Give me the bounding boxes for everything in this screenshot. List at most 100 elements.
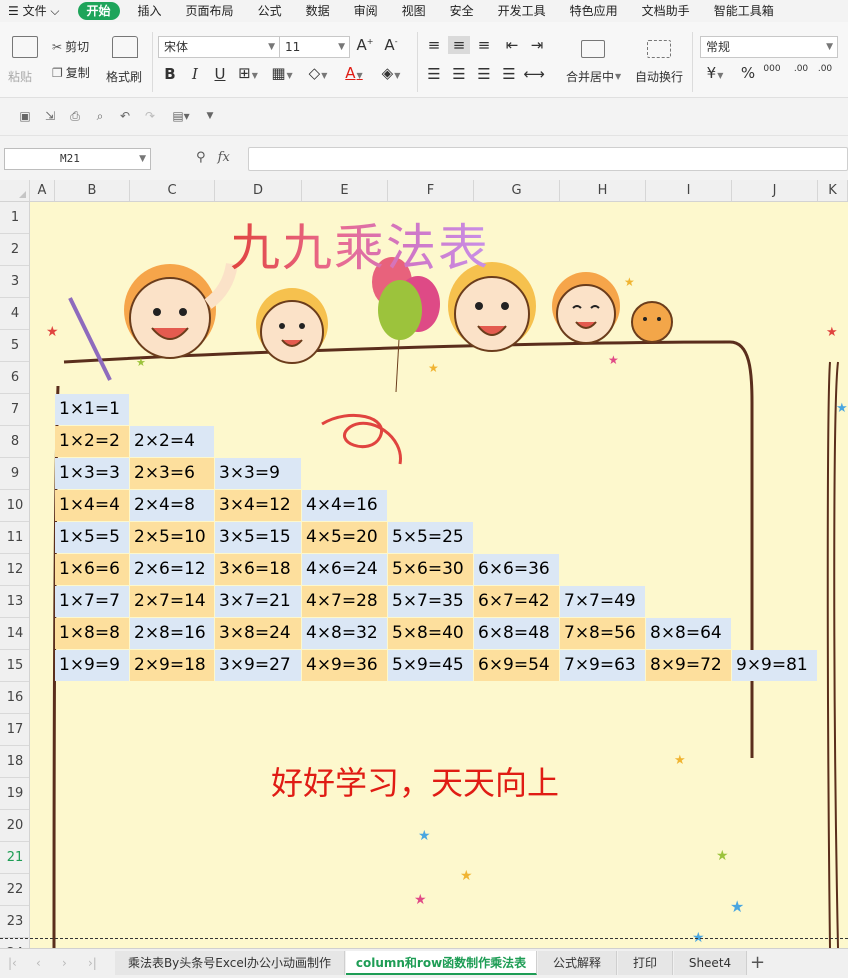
table-cell[interactable]: 2×3=6 [130, 458, 214, 489]
column-header-f[interactable]: F [388, 180, 474, 201]
increase-decimal-button[interactable]: .00 [790, 64, 812, 74]
row-header-17[interactable]: 17 [0, 714, 29, 746]
undo-icon[interactable]: ↶ [118, 109, 132, 123]
table-cell[interactable]: 5×5=25 [388, 522, 473, 553]
column-header-a[interactable]: A [30, 180, 55, 201]
table-cell[interactable]: 5×9=45 [388, 650, 473, 681]
increase-font-icon[interactable]: A+ [354, 36, 376, 54]
table-cell[interactable]: 3×7=21 [215, 586, 301, 617]
wrap-text-icon[interactable] [647, 40, 671, 58]
table-cell[interactable]: 4×4=16 [302, 490, 387, 521]
table-cell[interactable]: 3×8=24 [215, 618, 301, 649]
decrease-decimal-button[interactable]: .00 [814, 64, 836, 74]
row-header-5[interactable]: 5 [0, 330, 29, 362]
table-cell[interactable]: 4×7=28 [302, 586, 387, 617]
row-header-11[interactable]: 11 [0, 522, 29, 554]
table-cell[interactable]: 5×8=40 [388, 618, 473, 649]
justify-icon[interactable]: ☰ [498, 65, 520, 83]
indent-decrease-icon[interactable]: ⇤ [501, 36, 523, 54]
row-header-4[interactable]: 4 [0, 298, 29, 330]
sheet-tab[interactable]: 乘法表By头条号Excel办公小动画制作 [115, 951, 345, 975]
percent-button[interactable]: % [737, 64, 759, 82]
align-right-icon[interactable]: ☰ [473, 65, 495, 83]
table-cell[interactable]: 1×8=8 [55, 618, 129, 649]
save-icon[interactable]: ▣ [18, 109, 32, 123]
format-icon[interactable]: ▤▾ [168, 109, 194, 123]
next-sheet-icon[interactable]: › [62, 956, 67, 970]
print-icon[interactable]: ⎙ [68, 109, 82, 123]
merge-center-icon[interactable] [581, 40, 605, 58]
table-cell[interactable]: 7×8=56 [560, 618, 645, 649]
bold-button[interactable]: B [159, 65, 181, 83]
sheet-tab[interactable]: 公式解释 [538, 951, 617, 975]
align-middle-icon[interactable]: ≡ [448, 36, 470, 54]
font-name-select[interactable]: 宋体 ▼ [158, 36, 280, 58]
column-header-h[interactable]: H [560, 180, 646, 201]
table-cell[interactable]: 6×6=36 [474, 554, 559, 585]
menu-item[interactable]: 安全 [438, 0, 486, 22]
table-cell[interactable]: 5×6=30 [388, 554, 473, 585]
distribute-icon[interactable]: ⟷ [523, 65, 545, 83]
currency-icon[interactable]: ¥▼ [704, 64, 726, 82]
row-header-10[interactable]: 10 [0, 490, 29, 522]
customize-icon[interactable]: ▼ [203, 109, 217, 123]
column-header-c[interactable]: C [130, 180, 215, 201]
row-header-21[interactable]: 21 [0, 842, 29, 874]
row-header-19[interactable]: 19 [0, 778, 29, 810]
wrap-text-button[interactable]: 自动换行 [635, 68, 683, 85]
table-cell[interactable]: 1×7=7 [55, 586, 129, 617]
table-cell[interactable]: 1×6=6 [55, 554, 129, 585]
table-cell[interactable]: 1×9=9 [55, 650, 129, 681]
row-header-1[interactable]: 1 [0, 202, 29, 234]
select-all-corner[interactable] [0, 180, 30, 201]
sheet-tab[interactable]: column和row函数制作乘法表 [346, 951, 537, 975]
redo-icon[interactable]: ↷ [143, 109, 157, 123]
row-header-15[interactable]: 15 [0, 650, 29, 682]
menu-item[interactable]: 智能工具箱 [702, 0, 786, 22]
row-header-6[interactable]: 6 [0, 362, 29, 394]
table-cell[interactable]: 3×6=18 [215, 554, 301, 585]
table-cell[interactable]: 4×9=36 [302, 650, 387, 681]
table-cell[interactable]: 4×5=20 [302, 522, 387, 553]
row-header-8[interactable]: 8 [0, 426, 29, 458]
align-left-icon[interactable]: ☰ [423, 65, 445, 83]
border-icon[interactable]: ⊞▼ [237, 64, 259, 82]
table-cell[interactable]: 2×2=4 [130, 426, 214, 457]
table-cell[interactable]: 8×9=72 [646, 650, 731, 681]
prev-sheet-icon[interactable]: ‹ [36, 956, 41, 970]
column-header-j[interactable]: J [732, 180, 818, 201]
first-sheet-icon[interactable]: |‹ [8, 956, 17, 970]
row-header-16[interactable]: 16 [0, 682, 29, 714]
merge-center-button[interactable]: 合并居中 ▼ [566, 68, 621, 85]
format-painter-button[interactable]: 格式刷 [106, 68, 142, 85]
menu-item[interactable]: 文档助手 [630, 0, 702, 22]
column-header-g[interactable]: G [474, 180, 560, 201]
table-cell[interactable]: 1×5=5 [55, 522, 129, 553]
row-header-2[interactable]: 2 [0, 234, 29, 266]
table-cell[interactable]: 9×9=81 [732, 650, 817, 681]
table-cell[interactable]: 2×9=18 [130, 650, 214, 681]
row-header-9[interactable]: 9 [0, 458, 29, 490]
table-cell[interactable]: 3×9=27 [215, 650, 301, 681]
decrease-font-icon[interactable]: A- [380, 36, 402, 54]
table-cell[interactable]: 3×4=12 [215, 490, 301, 521]
number-format-select[interactable]: 常规 ▼ [700, 36, 838, 58]
table-cell[interactable]: 2×6=12 [130, 554, 214, 585]
add-sheet-button[interactable]: + [750, 952, 765, 973]
table-cell[interactable]: 6×7=42 [474, 586, 559, 617]
italic-button[interactable]: I [184, 65, 206, 83]
menu-item[interactable]: 数据 [294, 0, 342, 22]
print-preview-icon[interactable]: ⌕ [93, 109, 107, 123]
table-cell[interactable]: 2×5=10 [130, 522, 214, 553]
font-size-select[interactable]: 11 ▼ [279, 36, 350, 58]
row-header-18[interactable]: 18 [0, 746, 29, 778]
fx-icon[interactable]: fx [218, 150, 230, 165]
font-color-icon[interactable]: A▼ [343, 64, 365, 82]
export-icon[interactable]: ⇲ [43, 109, 57, 123]
menu-item[interactable]: 审阅 [342, 0, 390, 22]
table-cell[interactable]: 4×8=32 [302, 618, 387, 649]
paste-icon[interactable] [12, 36, 38, 58]
menu-item[interactable]: 特色应用 [558, 0, 630, 22]
table-cell[interactable]: 1×4=4 [55, 490, 129, 521]
column-header-k[interactable]: K [818, 180, 848, 201]
